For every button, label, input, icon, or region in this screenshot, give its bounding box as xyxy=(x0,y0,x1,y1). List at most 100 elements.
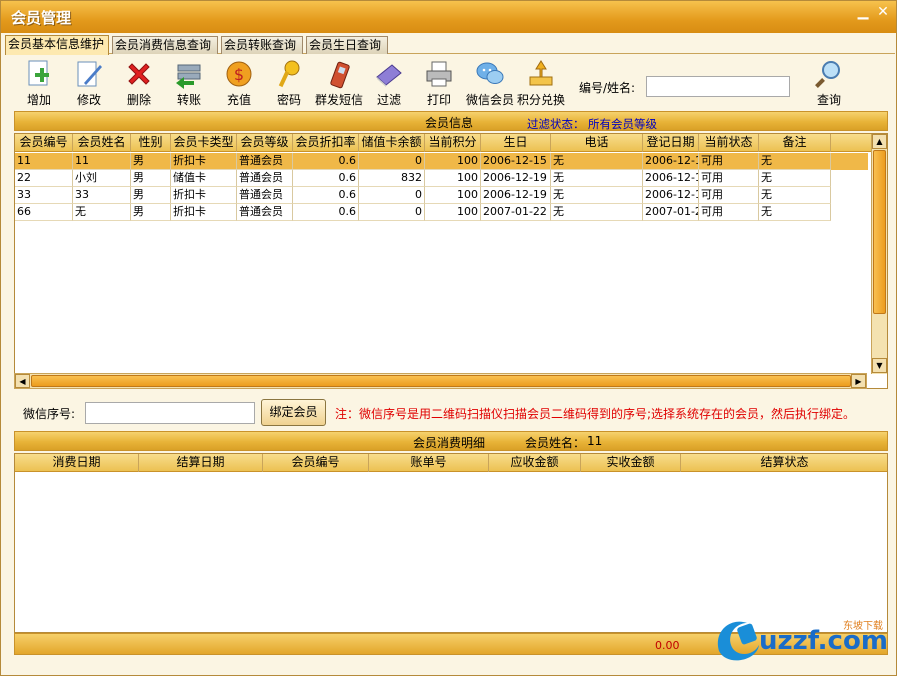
bind-member-button[interactable]: 绑定会员 xyxy=(261,399,326,426)
member-col-header[interactable]: 登记日期 xyxy=(643,134,699,152)
table-cell: 2006-12-1 xyxy=(643,187,699,204)
print-button[interactable]: 打印 xyxy=(419,57,459,109)
table-cell: 无 xyxy=(759,204,831,221)
member-table-hscroll[interactable]: ◀ ▶ xyxy=(14,373,867,389)
table-cell: 0 xyxy=(359,187,425,204)
member-table-vscroll[interactable]: ▲ ▼ xyxy=(871,134,887,374)
detail-name-value: 11 xyxy=(587,434,603,448)
filter-status-label: 过滤状态： xyxy=(527,117,585,131)
add-icon xyxy=(28,60,49,86)
table-cell: 无 xyxy=(551,187,643,204)
member-col-header[interactable]: 会员折扣率 xyxy=(293,134,359,152)
title-bar: 会员管理 ▁ ✕ xyxy=(1,1,896,33)
edit-button[interactable]: 修改 xyxy=(69,57,109,109)
table-row[interactable]: 11 11 男折扣卡 普通会员 0.6 0 100 2006-12-15 无 2006-12-1 可… xyxy=(15,153,868,170)
member-col-header[interactable]: 电话 xyxy=(551,134,643,152)
table-cell: 100 xyxy=(425,204,481,221)
search-input[interactable] xyxy=(646,76,790,97)
table-row[interactable]: 22 小刘男储值卡 普通会员 0.6 832 100 2006-12-19 无 2006-12-… xyxy=(15,170,868,187)
member-col-header[interactable]: 当前状态 xyxy=(699,134,759,152)
table-cell: 无 xyxy=(73,204,131,221)
wechat-icon xyxy=(476,62,504,84)
table-cell: 33 xyxy=(73,187,131,204)
table-cell: 11 xyxy=(73,153,131,170)
table-cell: 2007-01-22 xyxy=(481,204,551,221)
transfer-button[interactable]: 转账 xyxy=(169,57,209,109)
member-col-header[interactable]: 会员姓名 xyxy=(73,134,131,152)
table-cell: 折扣卡 xyxy=(171,187,237,204)
table-cell: 无 xyxy=(759,187,831,204)
member-col-header[interactable]: 储值卡余额 xyxy=(359,134,425,152)
member-col-header[interactable]: 性别 xyxy=(131,134,171,152)
detail-col-header[interactable]: 结算状态 xyxy=(681,454,887,472)
tab-member-transfer[interactable]: 会员转账查询 xyxy=(221,36,303,54)
detail-col-header[interactable]: 账单号 xyxy=(369,454,489,472)
member-col-header[interactable]: 会员等级 xyxy=(237,134,293,152)
points-exchange-button[interactable]: 积分兑换 xyxy=(515,57,567,109)
detail-bar: 会员消费明细 会员姓名： 11 xyxy=(14,431,888,451)
detail-col-header[interactable]: 应收金额 xyxy=(489,454,581,472)
scroll-down-icon[interactable]: ▼ xyxy=(872,358,887,373)
tab-member-birthday[interactable]: 会员生日查询 xyxy=(306,36,388,54)
wechat-serial-label: 微信序号: xyxy=(23,407,76,421)
table-cell: 2006-12-1 xyxy=(643,170,699,187)
scroll-right-icon[interactable]: ▶ xyxy=(851,374,866,388)
detail-table-header: 消费日期 结算日期 会员编号 账单号 应收金额 实收金额 结算状态 xyxy=(15,454,887,472)
query-label: 查询 xyxy=(816,93,841,107)
delete-button[interactable]: 删除 xyxy=(119,57,159,109)
member-col-header[interactable]: 会员卡类型 xyxy=(171,134,237,152)
table-cell: 折扣卡 xyxy=(171,153,237,170)
table-row[interactable]: 33 33 男折扣卡 普通会员 0.6 0 100 2006-12-19 无 2006-12-1 可… xyxy=(15,187,868,204)
scroll-up-icon[interactable]: ▲ xyxy=(872,134,887,149)
tab-member-basic-info[interactable]: 会员基本信息维护 xyxy=(5,35,109,55)
wechat-member-button[interactable]: 微信会员 xyxy=(464,57,516,109)
member-col-header[interactable]: 生日 xyxy=(481,134,551,152)
detail-col-header[interactable]: 会员编号 xyxy=(263,454,369,472)
mass-sms-label: 群发短信 xyxy=(314,93,363,107)
mass-sms-button[interactable]: 群发短信 xyxy=(313,57,365,109)
member-col-header[interactable]: 当前积分 xyxy=(425,134,481,152)
member-col-header[interactable]: 备注 xyxy=(759,134,831,152)
member-col-header[interactable]: 会员编号 xyxy=(15,134,73,152)
table-cell: 100 xyxy=(425,153,481,170)
hscroll-thumb[interactable] xyxy=(31,375,851,387)
recharge-button[interactable]: $ 充值 xyxy=(219,57,259,109)
table-cell: 2006-12-1 xyxy=(643,153,699,170)
detail-col-header[interactable]: 消费日期 xyxy=(15,454,139,472)
svg-text:东坡下载: 东坡下载 xyxy=(843,619,883,632)
table-cell: 无 xyxy=(551,204,643,221)
delete-label: 删除 xyxy=(126,93,151,107)
table-cell: 0.6 xyxy=(293,204,359,221)
table-cell: 33 xyxy=(15,187,73,204)
edit-icon xyxy=(77,61,102,87)
detail-title: 会员消费明细 xyxy=(413,436,486,450)
member-management-window: 会员管理 ▁ ✕ 会员基本信息维护 会员消费信息查询 会员转账查询 会员生日查询… xyxy=(0,0,897,676)
minimize-icon[interactable]: ▁ xyxy=(853,4,873,22)
filter-button[interactable]: 过滤 xyxy=(369,57,409,109)
table-cell: 2006-12-19 xyxy=(481,187,551,204)
tab-strip: 会员基本信息维护 会员消费信息查询 会员转账查询 会员生日查询 xyxy=(5,35,895,55)
detail-col-header[interactable]: 结算日期 xyxy=(139,454,263,472)
scroll-left-icon[interactable]: ◀ xyxy=(15,374,30,388)
password-button[interactable]: 密码 xyxy=(269,57,309,109)
detail-col-header[interactable]: 实收金额 xyxy=(581,454,681,472)
window-title: 会员管理 xyxy=(11,9,72,27)
table-cell: 100 xyxy=(425,187,481,204)
table-cell: 小刘 xyxy=(73,170,131,187)
table-cell: 普通会员 xyxy=(237,204,293,221)
add-button[interactable]: 增加 xyxy=(19,57,59,109)
edit-label: 修改 xyxy=(76,93,101,107)
transfer-icon xyxy=(176,64,201,89)
table-row[interactable]: 66 无男折扣卡 普通会员 0.6 0 100 2007-01-22 无 2007-01-2 可用… xyxy=(15,204,868,221)
wechat-serial-input[interactable] xyxy=(85,402,255,424)
member-table-header: 会员编号 会员姓名 性别 会员卡类型 会员等级 会员折扣率 储值卡余额 当前积分 生日 电话 登记日… xyxy=(15,134,875,152)
scroll-thumb[interactable] xyxy=(873,150,886,314)
query-button[interactable]: 查询 xyxy=(809,57,849,109)
close-icon[interactable]: ✕ xyxy=(873,4,893,22)
search-icon xyxy=(815,61,840,88)
table-cell: 普通会员 xyxy=(237,187,293,204)
member-info-bar: 会员信息 过滤状态： 所有会员等级 xyxy=(14,111,888,131)
filter-icon xyxy=(376,64,402,87)
member-info-title: 会员信息 xyxy=(425,116,474,130)
tab-member-consumption[interactable]: 会员消费信息查询 xyxy=(112,36,218,54)
